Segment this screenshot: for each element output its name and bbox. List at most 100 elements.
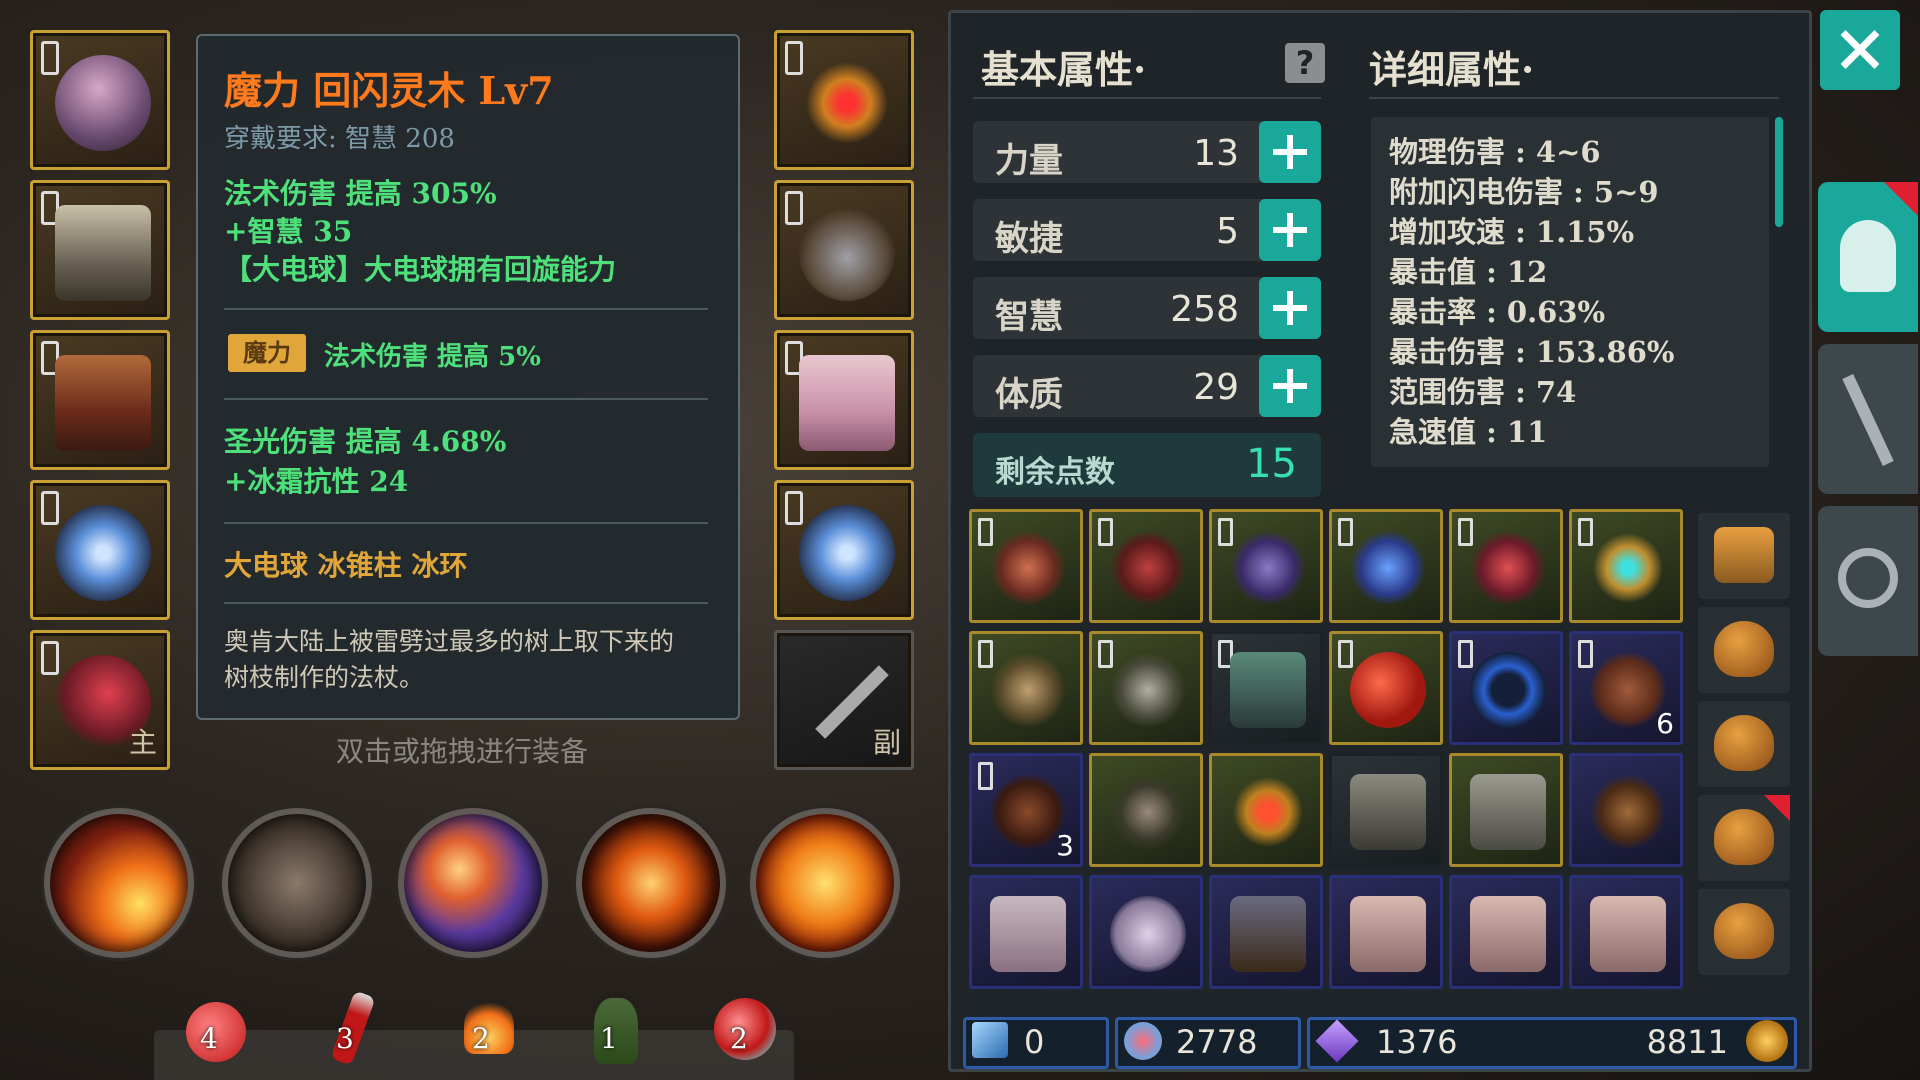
lock-icon <box>41 491 59 525</box>
item-title: 魔力 回闪灵木 Lv7 <box>224 68 554 113</box>
pouch-icon <box>1714 621 1774 677</box>
inventory-slot[interactable] <box>1569 753 1683 867</box>
potion-slot[interactable]: 4 <box>176 988 256 1068</box>
close-button[interactable] <box>1820 10 1900 90</box>
inventory-slot[interactable] <box>1209 509 1323 623</box>
inventory-slot[interactable] <box>1449 753 1563 867</box>
inventory-slot[interactable] <box>1089 875 1203 989</box>
tab-equipment[interactable] <box>1818 182 1918 332</box>
add-agility-button[interactable] <box>1259 199 1321 261</box>
lock-icon <box>785 191 803 225</box>
inventory-slot[interactable] <box>1209 631 1323 745</box>
equip-slot-ring[interactable] <box>30 480 170 620</box>
tab-settings[interactable] <box>1818 506 1918 656</box>
ring-icon <box>799 505 895 601</box>
potion-slot[interactable]: 2 <box>448 988 528 1068</box>
equip-slot-armor[interactable] <box>30 180 170 320</box>
tab-skills[interactable] <box>1818 344 1918 494</box>
equip-slot-ring-2[interactable] <box>774 480 914 620</box>
bag-slot[interactable] <box>1698 795 1790 881</box>
skill-shield[interactable] <box>222 808 372 958</box>
inventory-slot[interactable] <box>1569 509 1683 623</box>
feather-icon <box>990 774 1066 850</box>
backpack-icon <box>1714 527 1774 583</box>
inventory-slot[interactable] <box>1209 875 1323 989</box>
helmet-icon <box>1840 220 1896 292</box>
currency-gem: 0 <box>963 1017 1109 1069</box>
equip-slot-belt[interactable] <box>30 330 170 470</box>
lock-icon <box>785 41 803 75</box>
divider <box>973 97 1321 99</box>
bag-slot[interactable] <box>1698 607 1790 693</box>
amulet-icon <box>799 55 895 151</box>
inventory-slot[interactable] <box>1329 631 1443 745</box>
inventory-slot[interactable] <box>969 509 1083 623</box>
currency-soul-gold: 1376 8811 <box>1307 1017 1797 1069</box>
equip-slot-offhand[interactable]: 副 <box>774 630 914 770</box>
item-description: 奥肯大陆上被雷劈过最多的树上取下来的 <box>224 627 675 656</box>
item-attr: +智慧 35 <box>224 215 353 248</box>
gem-icon <box>972 1022 1008 1058</box>
gloves-icon <box>799 205 895 301</box>
inventory-slot[interactable] <box>969 631 1083 745</box>
inventory-slot[interactable] <box>1329 509 1443 623</box>
add-wisdom-button[interactable] <box>1259 277 1321 339</box>
inventory-slot[interactable] <box>1569 875 1683 989</box>
lock-icon <box>978 518 993 546</box>
inventory-slot[interactable]: 3 <box>969 753 1083 867</box>
stack-count: 6 <box>1656 707 1674 740</box>
chest-armor-icon <box>1230 652 1306 728</box>
item-skills: 大电球 冰锥柱 冰环 <box>224 549 468 582</box>
skill-fireball[interactable] <box>44 808 194 958</box>
inventory-slot[interactable] <box>1449 631 1563 745</box>
chest-armor-icon <box>1350 774 1426 850</box>
detail-attributes-title: 详细属性· <box>1369 47 1535 92</box>
potion-slot[interactable]: 1 <box>576 988 656 1068</box>
bag-slot[interactable] <box>1698 513 1790 599</box>
item-description: 树枝制作的法杖。 <box>224 663 425 692</box>
lock-icon <box>1098 640 1113 668</box>
inventory-slot[interactable] <box>1209 753 1323 867</box>
gauntlet-icon <box>1842 373 1894 467</box>
sword-icon <box>1590 774 1666 850</box>
bag-slot[interactable] <box>1698 889 1790 975</box>
skill-comet[interactable] <box>398 808 548 958</box>
main-hand-label: 主 <box>128 726 157 759</box>
equip-slot-staff[interactable]: 主 <box>30 630 170 770</box>
add-strength-button[interactable] <box>1259 121 1321 183</box>
scrollbar[interactable] <box>1775 117 1783 227</box>
equip-slot-gloves[interactable] <box>774 180 914 320</box>
character-panel: 基本属性· ? 详细属性· 力量 13 敏捷 5 智慧 258 体质 29 剩余… <box>948 10 1812 1072</box>
equip-slot-amulet[interactable] <box>774 30 914 170</box>
belt-icon <box>55 355 151 451</box>
inventory-slot[interactable] <box>1089 753 1203 867</box>
inventory-slot[interactable] <box>1089 631 1203 745</box>
inventory-slot[interactable] <box>1449 875 1563 989</box>
skill-flame-burst[interactable] <box>750 808 900 958</box>
add-constitution-button[interactable] <box>1259 355 1321 417</box>
inventory-slot[interactable] <box>1089 509 1203 623</box>
potion-slot[interactable]: 2 <box>706 988 786 1068</box>
item-requirement: 穿戴要求: 智慧 208 <box>224 124 455 154</box>
skill-fire-orb[interactable] <box>576 808 726 958</box>
stat-agility: 敏捷 5 <box>973 199 1321 261</box>
staff-icon <box>1230 530 1306 606</box>
inventory-slot[interactable] <box>1329 875 1443 989</box>
lock-icon <box>978 762 993 790</box>
lock-icon <box>785 491 803 525</box>
inventory-slot[interactable] <box>1329 753 1443 867</box>
inventory-slot[interactable]: 6 <box>1569 631 1683 745</box>
spear-icon <box>1110 774 1186 850</box>
equip-slot-helmet[interactable] <box>30 30 170 170</box>
bag-slot[interactable] <box>1698 701 1790 787</box>
lock-icon <box>41 641 59 675</box>
lock-icon <box>1338 640 1353 668</box>
divider <box>1369 97 1779 99</box>
equip-slot-boots[interactable] <box>774 330 914 470</box>
help-icon[interactable]: ? <box>1285 43 1325 83</box>
stack-count: 3 <box>1056 829 1074 862</box>
potion-slot[interactable]: 3 <box>312 988 392 1068</box>
inventory-slot[interactable] <box>969 875 1083 989</box>
stat-wisdom: 智慧 258 <box>973 277 1321 339</box>
inventory-slot[interactable] <box>1449 509 1563 623</box>
